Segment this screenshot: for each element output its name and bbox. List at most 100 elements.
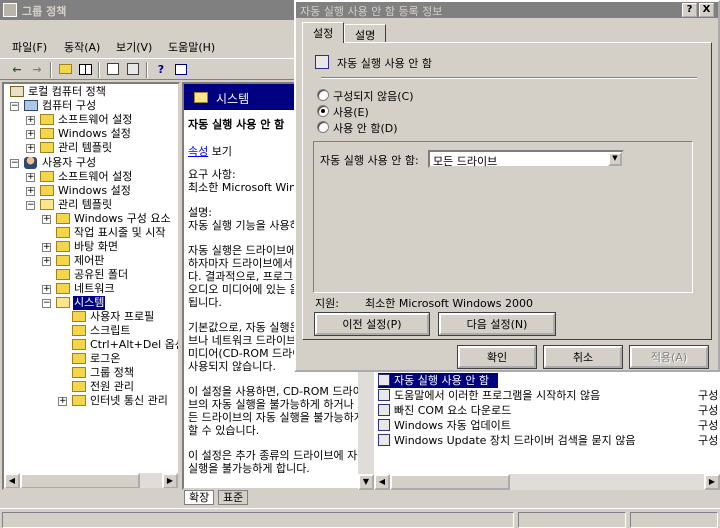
list-horizontal-scrollbar[interactable]: ◀ ▶ [374, 474, 720, 490]
folder-icon [56, 241, 70, 252]
properties-dialog: 자동 실행 사용 안 함 등록 정보 ? X 설정 설명 자동 실행 사용 안 … [294, 0, 720, 372]
expand-icon[interactable]: + [42, 215, 51, 224]
open-folder-icon [56, 297, 70, 308]
list-row-autorun[interactable]: 자동 실행 사용 안 함 [378, 373, 498, 388]
console-icon[interactable] [172, 61, 190, 78]
folder-icon [40, 185, 54, 196]
folder-icon [40, 114, 54, 125]
expand-icon[interactable]: + [26, 116, 35, 125]
export-list-icon[interactable] [124, 61, 142, 78]
list-row[interactable]: Windows Update 장치 드라이버 검색을 묻지 않음 구성 [378, 433, 718, 448]
policy-setting-icon [378, 434, 390, 446]
expand-icon[interactable]: + [26, 187, 35, 196]
expand-icon[interactable]: + [42, 257, 51, 266]
tab-standard[interactable]: 표준 [218, 490, 249, 505]
up-folder-icon[interactable] [56, 61, 74, 78]
apply-button: 적용(A) [629, 345, 709, 369]
toolbar-separator-3 [146, 62, 148, 78]
option-label: 자동 실행 사용 안 함: [320, 154, 419, 167]
tab-extended[interactable]: 확장 [184, 490, 215, 505]
tree-horizontal-scrollbar[interactable]: ◀ ▶ [4, 472, 178, 488]
open-folder-icon [194, 92, 208, 103]
folder-icon [72, 339, 86, 350]
status-bar [0, 508, 720, 528]
previous-setting-button[interactable]: 이전 설정(P) [314, 312, 430, 336]
folder-icon [72, 311, 86, 322]
folder-icon [72, 353, 86, 364]
folder-icon [56, 269, 70, 280]
list-row[interactable]: 빠진 COM 요소 다운로드 구성 [378, 403, 718, 418]
ok-button[interactable]: 확인 [457, 345, 537, 369]
supported-value: 최소한 Microsoft Windows 2000 [365, 297, 534, 310]
radio-not-configured-label[interactable]: 구성되지 않음(C) [333, 88, 413, 104]
radio-enabled-label[interactable]: 사용(E) [333, 104, 369, 120]
scroll-thumb[interactable] [20, 473, 140, 488]
expand-icon[interactable]: + [42, 285, 51, 294]
tree-pane[interactable]: 로컬 컴퓨터 정책 − 컴퓨터 구성 + 소프트웨어 설정 + Windows … [2, 82, 180, 490]
toolbar: ← → ? [0, 58, 300, 80]
radio-disabled[interactable] [317, 121, 329, 133]
folder-icon [56, 283, 70, 294]
scroll-thumb[interactable] [390, 474, 510, 490]
properties-link[interactable]: 속성 [188, 145, 208, 158]
expand-icon[interactable]: + [26, 130, 35, 139]
next-setting-button[interactable]: 다음 설정(N) [438, 312, 556, 336]
folder-icon [40, 171, 54, 182]
forward-arrow-icon[interactable]: → [28, 61, 46, 78]
properties-icon[interactable] [104, 61, 122, 78]
collapse-icon[interactable]: − [26, 201, 35, 210]
user-icon [24, 157, 37, 169]
policy-icon [10, 86, 24, 97]
help-button[interactable]: ? [682, 3, 697, 17]
open-folder-icon [40, 199, 54, 210]
scroll-left-icon[interactable]: ◀ [374, 474, 390, 490]
cancel-button[interactable]: 취소 [543, 345, 623, 369]
description-p4: 이 설정을 사용하면, CD-ROM 드라이브의 자동 실행을 불가능하게 하거… [188, 385, 368, 437]
tab-settings[interactable]: 설정 [302, 22, 345, 43]
tab-explain[interactable]: 설명 [344, 24, 387, 42]
folder-icon [72, 325, 86, 336]
menu-view[interactable]: 보기(V) [116, 39, 152, 55]
scroll-right-icon[interactable]: ▶ [162, 473, 178, 488]
collapse-icon[interactable]: − [42, 299, 51, 308]
policy-list[interactable]: 자동 실행 사용 안 함 도움말에서 이러한 프로그램을 시작하지 않음 구성 … [374, 370, 720, 490]
description-vertical-scrollbar[interactable]: ▼ [358, 372, 374, 490]
scroll-right-icon[interactable]: ▶ [704, 474, 720, 490]
status-panel-3 [630, 512, 718, 528]
view-tabs: 확장 표준 [182, 490, 382, 506]
folder-icon [56, 227, 70, 238]
expand-icon[interactable]: + [26, 144, 35, 153]
scroll-left-icon[interactable]: ◀ [4, 473, 20, 488]
drive-type-dropdown[interactable]: 모든 드라이브 ▼ [428, 150, 624, 168]
expand-icon[interactable]: + [26, 173, 35, 182]
policy-setting-icon [378, 419, 390, 431]
collapse-icon[interactable]: − [10, 159, 19, 168]
radio-enabled[interactable] [317, 105, 329, 117]
radio-not-configured[interactable] [317, 89, 329, 101]
expand-icon[interactable]: + [42, 243, 51, 252]
dropdown-value: 모든 드라이브 [433, 155, 498, 168]
chevron-down-icon[interactable]: ▼ [608, 152, 622, 166]
collapse-icon[interactable]: − [10, 102, 19, 111]
back-arrow-icon[interactable]: ← [8, 61, 26, 78]
folder-icon [56, 255, 70, 266]
policy-setting-icon [378, 404, 390, 416]
description-p5: 이 설정은 추가 종류의 드라이브에 자동 실행을 불가능하게 합니다. [188, 449, 368, 475]
toolbar-separator-2 [98, 62, 100, 78]
list-row[interactable]: Windows 자동 업데이트 구성 [378, 418, 718, 433]
policy-setting-icon [378, 389, 390, 401]
close-button[interactable]: X [699, 3, 714, 17]
menu-file[interactable]: 파일(F) [12, 39, 47, 55]
group-policy-app-icon [3, 3, 17, 17]
show-hide-tree-icon[interactable] [76, 61, 94, 78]
window-title: 그룹 정책 [22, 5, 67, 18]
menu-help[interactable]: 도움말(H) [168, 39, 215, 55]
help-icon[interactable]: ? [152, 61, 170, 78]
expand-icon[interactable]: + [58, 397, 67, 406]
menu-bar: 파일(F) 동작(A) 보기(V) 도움말(H) [0, 34, 300, 56]
settings-panel: 자동 실행 사용 안 함 구성되지 않음(C) 사용(E) 사용 안 함(D) … [302, 42, 712, 340]
scroll-down-icon[interactable]: ▼ [358, 474, 374, 490]
menu-action[interactable]: 동작(A) [64, 39, 100, 55]
radio-disabled-label[interactable]: 사용 안 함(D) [333, 120, 398, 136]
list-row[interactable]: 도움말에서 이러한 프로그램을 시작하지 않음 구성 [378, 388, 718, 403]
